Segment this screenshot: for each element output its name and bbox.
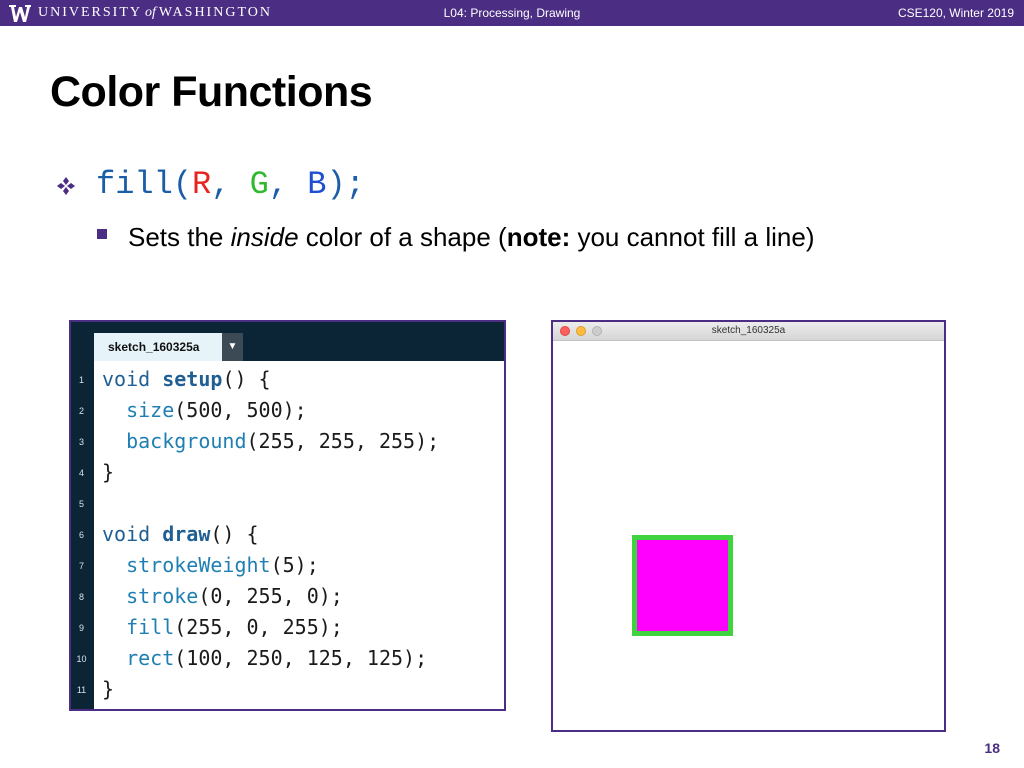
- bullet-fill-signature: fill(R, G, B);: [56, 166, 956, 206]
- square-bullet-icon: [97, 229, 107, 240]
- code-line: strokeWeight(5);: [126, 553, 319, 577]
- processing-editor-screenshot: sketch_160325a ▼ 1 2 3 4 5 6 7 8 9 10 11 void setu…: [69, 320, 506, 711]
- code-line: size(500, 500);: [126, 398, 307, 422]
- course-label: CSE120, Winter 2019: [897, 6, 1014, 20]
- editor-tab-bar: sketch_160325a ▼: [71, 322, 504, 361]
- code-line: }: [102, 460, 115, 484]
- triangle-down-icon[interactable]: ▼: [222, 333, 243, 361]
- code-line: }: [102, 677, 115, 701]
- line-number: 9: [78, 623, 84, 633]
- line-number: 3: [78, 437, 84, 447]
- window-title: sketch_160325a: [711, 325, 786, 336]
- line-number: 7: [78, 561, 84, 571]
- magenta-rectangle: [632, 535, 733, 636]
- line-number: 1: [78, 375, 84, 385]
- code-line: background(255, 255, 255);: [126, 429, 440, 453]
- line-number: 6: [78, 530, 84, 540]
- slide-title: Color Functions: [50, 68, 373, 116]
- line-number: 10: [76, 654, 87, 664]
- line-number: 5: [78, 499, 84, 509]
- sketch-output-window: sketch_160325a: [551, 320, 946, 732]
- code-line: stroke(0, 255, 0);: [126, 584, 343, 608]
- header-bar: UNIVERSITY of WASHINGTON L04: Processing, …: [0, 0, 1024, 26]
- line-number-gutter: 1 2 3 4 5 6 7 8 9 10 11: [71, 361, 94, 709]
- lecture-title: L04: Processing, Drawing: [443, 6, 581, 20]
- code-line: void setup() {: [102, 367, 271, 391]
- diamond-bullet-icon: [57, 177, 75, 195]
- line-number: 2: [78, 406, 84, 416]
- code-line: void draw() {: [102, 522, 259, 546]
- editor-tab[interactable]: sketch_160325a: [94, 333, 222, 361]
- line-number: 11: [76, 685, 87, 695]
- code-line: fill(255, 0, 255);: [126, 615, 343, 639]
- line-number: 8: [78, 592, 84, 602]
- window-title-bar: sketch_160325a: [553, 322, 944, 341]
- page-number: 18: [984, 740, 1000, 756]
- line-number: 4: [78, 468, 84, 478]
- code-line: rect(100, 250, 125, 125);: [126, 646, 428, 670]
- fill-code: fill(R, G, B);: [96, 166, 365, 203]
- sub-bullet-description: Sets the inside color of a shape (note: …: [97, 222, 997, 253]
